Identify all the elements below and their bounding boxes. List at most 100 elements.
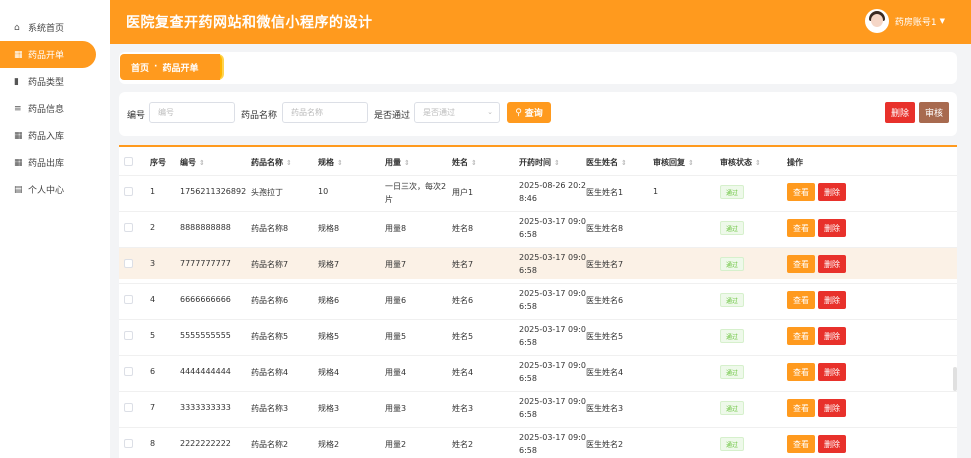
cell-code: 8888888888 — [180, 223, 231, 232]
pass-select[interactable]: 是否通过 ⌄ — [414, 102, 500, 123]
cell-code: 4444444444 — [180, 367, 231, 376]
cell-drug-name: 药品名称8 — [251, 224, 289, 233]
code-label: 编号 — [127, 111, 146, 121]
sort-icon: ⇕ — [286, 159, 292, 167]
delete-button[interactable]: 删除 — [818, 363, 846, 381]
query-button[interactable]: ⚲ 查询 — [507, 102, 551, 123]
status-badge: 通过 — [720, 257, 744, 271]
row-checkbox[interactable] — [124, 223, 133, 232]
column-header[interactable]: 审核回复 ⇕ — [653, 157, 694, 168]
cell-time: 2025-03-17 09:0 — [519, 217, 586, 226]
cell-spec: 规格3 — [318, 404, 340, 413]
cell-patient: 姓名8 — [452, 224, 474, 233]
cell-dose: 用量6 — [385, 296, 407, 305]
cell-dose: 用量8 — [385, 224, 407, 233]
view-button[interactable]: 查看 — [787, 327, 815, 345]
breadcrumb-home[interactable]: 首页 — [131, 61, 149, 74]
cell-drug-name: 药品名称6 — [251, 296, 289, 305]
delete-button[interactable]: 删除 — [818, 291, 846, 309]
table-row[interactable]: 7 3333333333 药品名称3 规格3 用量3 姓名3 2025-03-17 09:0… — [119, 391, 957, 423]
delete-button[interactable]: 删除 — [818, 435, 846, 453]
table-row[interactable]: 5 5555555555 药品名称5 规格5 用量5 姓名5 2025-03-17 09:0… — [119, 319, 957, 351]
view-button[interactable]: 查看 — [787, 291, 815, 309]
cell-code: 1756211326892 — [180, 187, 247, 196]
search-icon: ⚲ — [515, 107, 522, 118]
column-header[interactable]: 姓名 ⇕ — [452, 157, 477, 168]
cell-time-cont: 6:58 — [519, 266, 537, 275]
cell-dose: 用量5 — [385, 332, 407, 341]
cell-no: 2 — [150, 223, 156, 232]
row-checkbox[interactable] — [124, 367, 133, 376]
scrollbar[interactable] — [953, 367, 957, 391]
delete-button[interactable]: 删除 — [818, 399, 846, 417]
status-badge: 通过 — [720, 401, 744, 415]
column-header[interactable]: 药品名称 ⇕ — [251, 157, 292, 168]
row-checkbox[interactable] — [124, 259, 133, 268]
delete-button[interactable]: 删除 — [818, 255, 846, 273]
grid-icon: ▦ — [14, 130, 23, 141]
cell-time: 2025-03-17 09:0 — [519, 253, 586, 262]
sidebar-item-stock-out[interactable]: ▦ 药品出库 — [0, 149, 110, 176]
cell-time: 2025-03-17 09:0 — [519, 433, 586, 442]
cell-doctor: 医生姓名6 — [586, 296, 624, 305]
table-row[interactable]: 4 6666666666 药品名称6 规格6 用量6 姓名6 2025-03-17 09:0… — [119, 283, 957, 315]
sidebar-item-drug-info[interactable]: ≡ 药品信息 — [0, 95, 110, 122]
view-button[interactable]: 查看 — [787, 219, 815, 237]
cell-patient: 姓名5 — [452, 332, 474, 341]
cell-time-cont: 6:58 — [519, 302, 537, 311]
view-button[interactable]: 查看 — [787, 363, 815, 381]
code-input[interactable]: 编号 — [149, 102, 235, 123]
column-header[interactable]: 规格 ⇕ — [318, 157, 343, 168]
sort-icon: ⇕ — [688, 159, 694, 167]
delete-button[interactable]: 删除 — [818, 183, 846, 201]
delete-button[interactable]: 删除 — [818, 219, 846, 237]
cell-patient: 用户1 — [452, 188, 474, 197]
drug-name-label: 药品名称 — [241, 111, 278, 121]
cell-doctor: 医生姓名1 — [586, 188, 624, 197]
table-row[interactable]: 3 7777777777 药品名称7 规格7 用量7 姓名7 2025-03-17 09:0… — [119, 247, 957, 279]
table-row[interactable]: 6 4444444444 药品名称4 规格4 用量4 姓名4 2025-03-17 09:0… — [119, 355, 957, 387]
cell-spec: 规格7 — [318, 260, 340, 269]
grid-icon: ▦ — [14, 49, 23, 60]
table-row[interactable]: 8 2222222222 药品名称2 规格2 用量2 姓名2 2025-03-17 09:0… — [119, 427, 957, 458]
column-header[interactable]: 用量 ⇕ — [385, 157, 410, 168]
cell-time-cont: 6:58 — [519, 338, 537, 347]
row-checkbox[interactable] — [124, 295, 133, 304]
row-checkbox[interactable] — [124, 331, 133, 340]
app-root: ⌂ 系统首页 ▦ 药品开单 ▮ 药品类型 ≡ 药品信息 ▦ 药品入库 ▦ 药品出库 ▤ 个人中… — [0, 0, 971, 458]
table-row[interactable]: 2 8888888888 药品名称8 规格8 用量8 姓名8 2025-03-17 09:0… — [119, 211, 957, 243]
cell-time-cont: 6:58 — [519, 446, 537, 455]
audit-button[interactable]: 审核 — [919, 102, 949, 123]
cell-code: 3333333333 — [180, 403, 231, 412]
view-button[interactable]: 查看 — [787, 435, 815, 453]
data-table: 序号 编号 ⇕ 药品名称 ⇕ 规格 ⇕ 用量 ⇕ 姓名 ⇕ 开药时间 ⇕ 医生姓名 ⇕ 审核回… — [119, 145, 957, 458]
sidebar-item-stock-in[interactable]: ▦ 药品入库 — [0, 122, 110, 149]
column-header[interactable]: 开药时间 ⇕ — [519, 157, 560, 168]
view-button[interactable]: 查看 — [787, 183, 815, 201]
sidebar-item-label: 个人中心 — [28, 186, 65, 196]
column-header[interactable]: 编号 ⇕ — [180, 157, 205, 168]
pass-label: 是否通过 — [374, 111, 411, 121]
column-header[interactable]: 审核状态 ⇕ — [720, 157, 761, 168]
cell-doctor: 医生姓名4 — [586, 368, 624, 377]
view-button[interactable]: 查看 — [787, 255, 815, 273]
delete-button[interactable]: 删除 — [818, 327, 846, 345]
column-header[interactable]: 医生姓名 ⇕ — [586, 157, 627, 168]
sidebar-item-drug-type[interactable]: ▮ 药品类型 — [0, 68, 110, 95]
row-checkbox[interactable] — [124, 187, 133, 196]
sidebar-item-home[interactable]: ⌂ 系统首页 — [0, 14, 110, 41]
sidebar-item-profile[interactable]: ▤ 个人中心 — [0, 176, 110, 203]
cell-patient: 姓名4 — [452, 368, 474, 377]
select-all-checkbox[interactable] — [124, 157, 133, 166]
row-checkbox[interactable] — [124, 439, 133, 448]
page-title: 医院复查开药网站和微信小程序的设计 — [126, 15, 373, 31]
account-menu[interactable]: 药房账号1 ▼ — [864, 9, 945, 33]
sidebar-item-prescription[interactable]: ▦ 药品开单 — [0, 41, 96, 68]
sort-icon: ⇕ — [471, 159, 477, 167]
row-checkbox[interactable] — [124, 403, 133, 412]
breadcrumb: 首页 · 药品开单 — [120, 54, 221, 80]
bulk-delete-button[interactable]: 删除 — [885, 102, 915, 123]
table-row[interactable]: 1 1756211326892 头孢拉丁 10 一日三次，每次2 片 用户1 2025-08-… — [119, 175, 957, 207]
view-button[interactable]: 查看 — [787, 399, 815, 417]
drug-name-input[interactable]: 药品名称 — [282, 102, 368, 123]
